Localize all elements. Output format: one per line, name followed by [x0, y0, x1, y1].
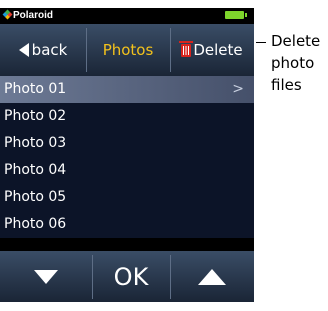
triangle-down-icon — [34, 269, 58, 284]
list-item[interactable]: Photo 05 — [0, 184, 254, 211]
delete-button[interactable]: Delete — [170, 24, 254, 76]
photos-title: Photos — [102, 41, 154, 59]
device-screen: Polaroid back Photos Delete Photo 01 > P… — [0, 8, 254, 302]
brand-logo: Polaroid — [2, 9, 54, 22]
ok-button[interactable]: OK — [92, 251, 170, 302]
scroll-up-button[interactable] — [170, 251, 254, 302]
trash-icon — [179, 40, 194, 57]
callout-annotation: Delete photo files — [271, 30, 328, 96]
brand-name: Polaroid — [13, 10, 54, 21]
back-label: back — [31, 41, 68, 59]
scroll-down-button[interactable] — [0, 251, 92, 302]
chevron-right-icon: > — [232, 81, 244, 97]
list-item-label: Photo 05 — [4, 189, 67, 205]
top-toolbar: back Photos Delete — [0, 24, 254, 76]
callout-line: files — [271, 76, 302, 94]
back-arrow-icon — [18, 43, 29, 57]
list-item[interactable]: Photo 01 > — [0, 76, 254, 103]
delete-label: Delete — [193, 41, 243, 59]
list-item-label: Photo 02 — [4, 108, 67, 124]
callout-line: photo — [271, 54, 315, 72]
list-item-label: Photo 03 — [4, 135, 67, 151]
status-bar: Polaroid — [0, 8, 254, 23]
list-item[interactable]: Photo 02 — [0, 103, 254, 130]
battery-icon — [225, 11, 247, 19]
list-item[interactable]: Photo 03 — [0, 130, 254, 157]
list-item[interactable]: Photo 04 — [0, 157, 254, 184]
callout-leader-line — [256, 42, 266, 43]
photo-list: Photo 01 > Photo 02 Photo 03 Photo 04 Ph… — [0, 76, 254, 238]
back-button[interactable]: back — [0, 24, 86, 76]
list-item[interactable]: Photo 06 — [0, 211, 254, 238]
triangle-up-icon — [198, 268, 226, 285]
callout-line: Delete — [271, 32, 321, 50]
polaroid-logo-icon — [2, 9, 13, 20]
list-item-label: Photo 06 — [4, 216, 67, 232]
bottom-toolbar: OK — [0, 251, 254, 302]
list-item-label: Photo 04 — [4, 162, 67, 178]
list-item-label: Photo 01 — [4, 81, 67, 97]
